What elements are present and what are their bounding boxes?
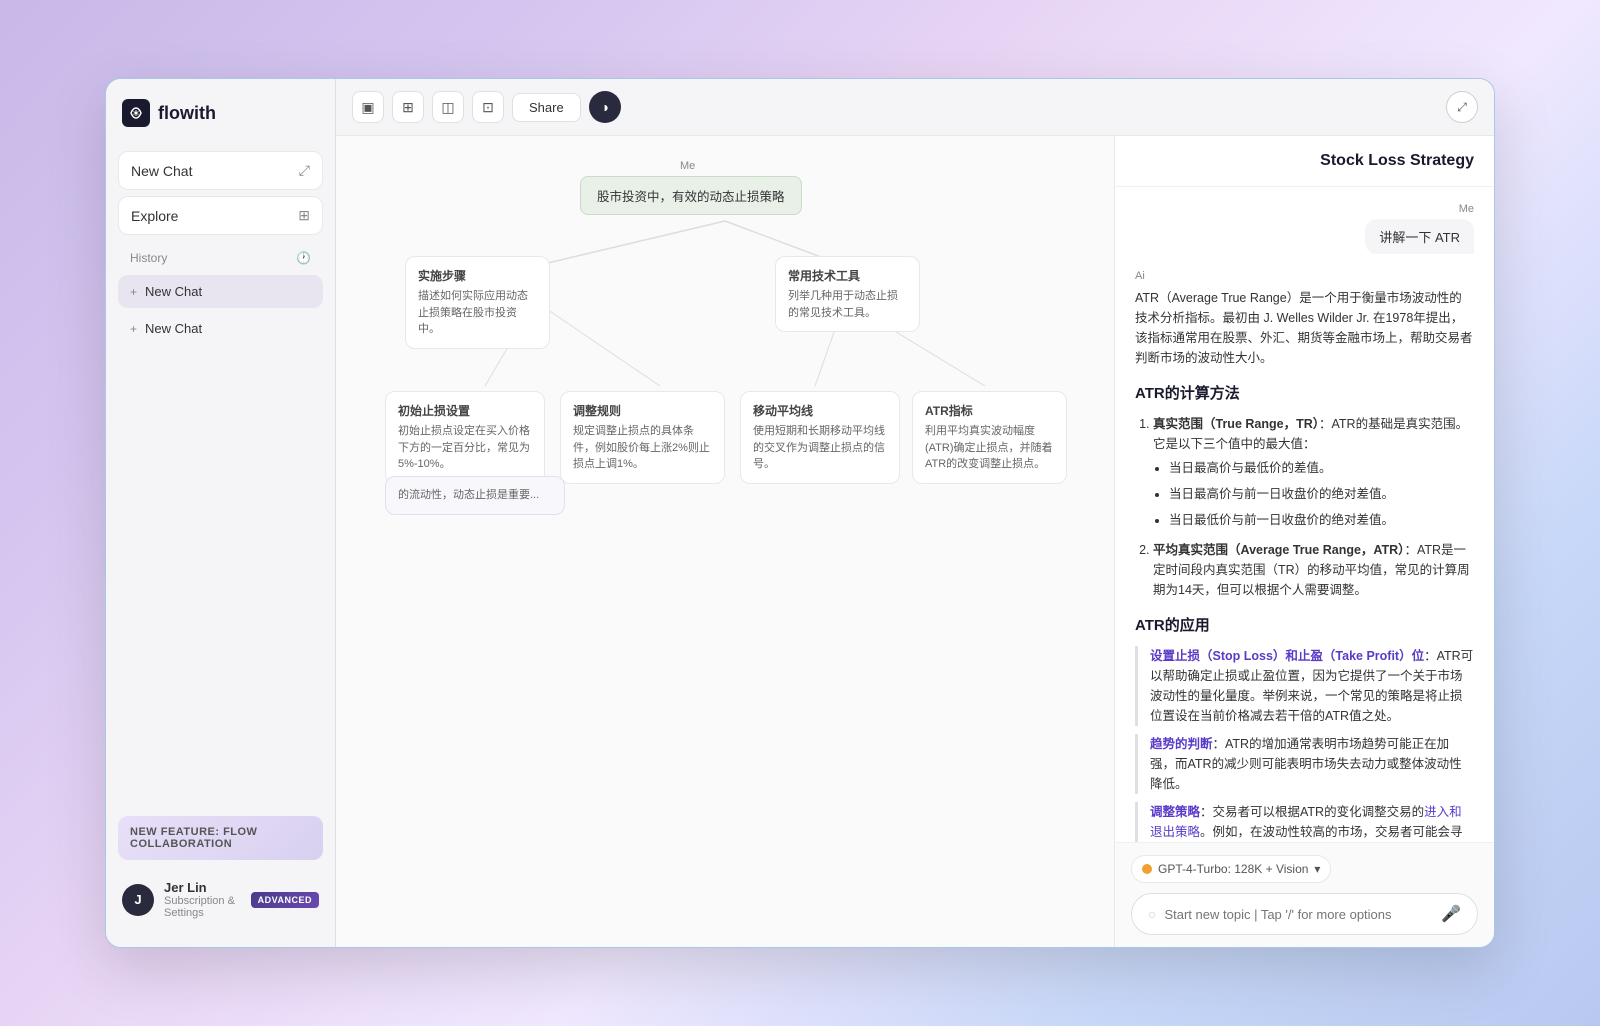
panel-user-bubble: 讲解一下 ATR	[1365, 219, 1474, 254]
new-chat-icon: ⤢	[299, 162, 310, 179]
deep-card-2-text: 规定调整止损点的具体条件，例如股价每上涨2%则止损点上调1%。	[573, 423, 712, 473]
explore-button[interactable]: Explore ⊞	[118, 196, 323, 235]
ai-section2-list: 设置止损（Stop Loss）和止盈（Take Profit）位：ATR可以帮助…	[1135, 646, 1474, 842]
new-chat-button[interactable]: New Chat ⤢	[118, 151, 323, 190]
deep-card-4-title: ATR指标	[925, 402, 1054, 419]
deep-card-4: ATR指标 利用平均真实波动幅度(ATR)确定止损点，并随着ATR的改变调整止损…	[912, 391, 1067, 484]
logo-text: flowith	[158, 103, 216, 124]
mic-icon[interactable]: 🎤	[1441, 904, 1461, 924]
panel-chat: Me 讲解一下 ATR Ai ATR（Average True Range）是一…	[1115, 187, 1494, 842]
deep-card-2: 调整规则 规定调整止损点的具体条件，例如股价每上涨2%则止损点上调1%。	[560, 391, 725, 484]
explore-label: Explore	[131, 208, 178, 224]
panel-title: Stock Loss Strategy	[1320, 152, 1474, 169]
deep-card-1-text: 初始止损点设定在买入价格下方的一定百分比，常见为5%-10%。	[398, 423, 532, 473]
user-row[interactable]: J Jer Lin Subscription & Settings ADVANC…	[118, 872, 323, 927]
toolbar-btn-2[interactable]: ⊞	[392, 91, 424, 123]
user-avatar-initial: J	[134, 892, 141, 907]
top-toolbar: ▣ ⊞ ◫ ⊡ Share ◑ ⤢	[336, 79, 1494, 136]
deep-card-3-text: 使用短期和长期移动平均线的交叉作为调整止损点的信号。	[753, 423, 887, 473]
user-name: Jer Lin	[164, 880, 241, 895]
sidebar: flowith New Chat ⤢ Explore ⊞ History 🕐 +…	[106, 79, 336, 947]
ai-section2-item-2: 趋势的判断：ATR的增加通常表明市场趋势可能正在加强，而ATR的减少则可能表明市…	[1135, 734, 1474, 794]
ai-partial-card: 的流动性，动态止损是重要...	[385, 476, 565, 515]
deep-card-3: 移动平均线 使用短期和长期移动平均线的交叉作为调整止损点的信号。	[740, 391, 900, 484]
chat-item-icon-1: +	[130, 285, 137, 299]
model-selector-label: GPT-4-Turbo: 128K + Vision	[1158, 862, 1308, 876]
user-avatar: J	[122, 884, 154, 916]
sub-card-1: 实施步骤 描述如何实际应用动态止损策略在股市投资中。	[405, 256, 550, 349]
history-clock-icon: 🕐	[296, 251, 311, 265]
main-content: ▣ ⊞ ◫ ⊡ Share ◑ ⤢	[336, 79, 1494, 947]
explore-icon: ⊞	[298, 207, 310, 224]
model-selector-dot	[1142, 864, 1152, 874]
right-panel: Stock Loss Strategy Me 讲解一下 ATR Ai ATR（A…	[1114, 136, 1494, 947]
deep-card-1-title: 初始止损设置	[398, 402, 532, 419]
panel-input-area: GPT-4-Turbo: 128K + Vision ▾ ○ 🎤	[1115, 842, 1494, 947]
main-topic-card: 股市投资中，有效的动态止损策略	[580, 176, 802, 215]
ai-intro: ATR（Average True Range）是一个用于衡量市场波动性的技术分析…	[1135, 288, 1474, 368]
panel-ai-label: Ai	[1135, 270, 1474, 282]
ai-section1-item-2: 平均真实范围（Average True Range，ATR）：ATR是一定时间段…	[1153, 540, 1474, 600]
panel-ai-content: ATR（Average True Range）是一个用于衡量市场波动性的技术分析…	[1135, 288, 1474, 842]
content-area: Me 股市投资中，有效的动态止损策略 实施步骤 描述如何实际应用动态止损策略在股…	[336, 136, 1494, 947]
logo-area: flowith	[118, 99, 323, 127]
expand-button[interactable]: ⤢	[1446, 91, 1478, 123]
input-search-icon: ○	[1148, 906, 1156, 922]
chat-input[interactable]	[1164, 907, 1433, 922]
input-row: ○ 🎤	[1131, 893, 1478, 935]
sub-card-2-text: 列举几种用于动态止损的常见技术工具。	[788, 288, 907, 321]
deep-card-1: 初始止损设置 初始止损点设定在买入价格下方的一定百分比，常见为5%-10%。	[385, 391, 545, 484]
chat-item-active[interactable]: + New Chat	[118, 275, 323, 308]
tr-sublist: 当日最高价与最低价的差值。 当日最高价与前一日收盘价的绝对差值。 当日最低价与前…	[1153, 458, 1474, 530]
toolbar-btn-3[interactable]: ◫	[432, 91, 464, 123]
history-row: History 🕐	[118, 245, 323, 271]
ai-section2-item-1: 设置止损（Stop Loss）和止盈（Take Profit）位：ATR可以帮助…	[1135, 646, 1474, 726]
mode-toggle[interactable]: ◑	[589, 91, 621, 123]
deep-card-4-text: 利用平均真实波动幅度(ATR)确定止损点，并随着ATR的改变调整止损点。	[925, 423, 1054, 473]
canvas-me-label: Me	[680, 156, 695, 174]
chat-item-icon-2: +	[130, 322, 137, 336]
ai-section1-list: 真实范围（True Range，TR）：ATR的基础是真实范围。它是以下三个值中…	[1135, 414, 1474, 600]
right-panel-header: Stock Loss Strategy	[1115, 136, 1494, 187]
panel-ai-msg: Ai ATR（Average True Range）是一个用于衡量市场波动性的技…	[1135, 270, 1474, 842]
sub-card-2-title: 常用技术工具	[788, 267, 907, 284]
deep-card-3-title: 移动平均线	[753, 402, 887, 419]
new-feature-banner: NEW FEATURE: Flow Collaboration	[118, 816, 323, 860]
share-button[interactable]: Share	[512, 93, 581, 122]
chat-item-label-1: New Chat	[145, 284, 202, 299]
user-sub: Subscription & Settings	[164, 895, 241, 919]
tr-item-3: 当日最低价与前一日收盘价的绝对差值。	[1169, 510, 1474, 530]
ai-partial-text: 的流动性，动态止损是重要...	[398, 487, 552, 504]
model-selector[interactable]: GPT-4-Turbo: 128K + Vision ▾	[1131, 855, 1331, 883]
sub-card-2: 常用技术工具 列举几种用于动态止损的常见技术工具。	[775, 256, 920, 332]
ai-section1-item-1: 真实范围（True Range，TR）：ATR的基础是真实范围。它是以下三个值中…	[1153, 414, 1474, 530]
tr-item-1: 当日最高价与最低价的差值。	[1169, 458, 1474, 478]
toolbar-btn-4[interactable]: ⊡	[472, 91, 504, 123]
canvas-area: Me 股市投资中，有效的动态止损策略 实施步骤 描述如何实际应用动态止损策略在股…	[336, 136, 1114, 947]
panel-user-label: Me	[1135, 203, 1474, 215]
logo-icon	[122, 99, 150, 127]
history-label: History	[130, 251, 167, 265]
chat-item-label-2: New Chat	[145, 321, 202, 336]
ai-section2-title: ATR的应用	[1135, 614, 1474, 638]
deep-card-2-title: 调整规则	[573, 402, 712, 419]
model-selector-chevron: ▾	[1314, 862, 1320, 876]
sub-card-1-text: 描述如何实际应用动态止损策略在股市投资中。	[418, 288, 537, 338]
advanced-badge: ADVANCED	[251, 892, 319, 908]
tr-item-2: 当日最高价与前一日收盘价的绝对差值。	[1169, 484, 1474, 504]
app-window: flowith New Chat ⤢ Explore ⊞ History 🕐 +…	[105, 78, 1495, 948]
new-chat-label: New Chat	[131, 163, 192, 179]
user-info: Jer Lin Subscription & Settings	[164, 880, 241, 919]
ai-section1-title: ATR的计算方法	[1135, 382, 1474, 406]
sidebar-footer: NEW FEATURE: Flow Collaboration J Jer Li…	[118, 816, 323, 927]
panel-user-msg: Me 讲解一下 ATR	[1135, 203, 1474, 254]
ai-section2-item-3: 调整策略：交易者可以根据ATR的变化调整交易的进入和退出策略。例如，在波动性较高…	[1135, 802, 1474, 842]
chat-item-inactive[interactable]: + New Chat	[118, 312, 323, 345]
toolbar-btn-1[interactable]: ▣	[352, 91, 384, 123]
sub-card-1-title: 实施步骤	[418, 267, 537, 284]
